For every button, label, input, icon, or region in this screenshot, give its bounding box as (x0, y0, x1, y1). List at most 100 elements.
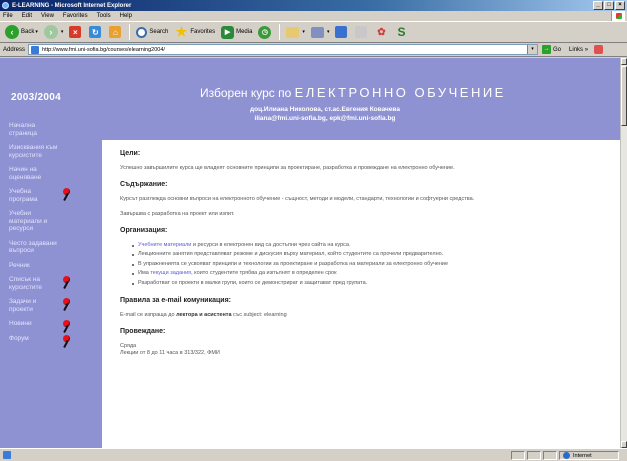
refresh-button[interactable]: ↻ (86, 23, 106, 41)
back-label: Back (21, 29, 35, 35)
search-label: Search (149, 29, 169, 35)
sidebar-item-students[interactable]: Списък на курсистите (9, 276, 70, 291)
toolbar-separator (129, 24, 131, 40)
mail-icon (286, 26, 300, 38)
scroll-down-button[interactable] (621, 441, 627, 448)
nav-label: Форум (9, 334, 29, 342)
assignments-link[interactable]: текущи задания (150, 270, 191, 276)
nav-label: Често задавани въпроси (9, 239, 57, 255)
forward-button[interactable]: › ▾ (41, 23, 67, 41)
sidebar-item-requirements[interactable]: Изисквания към курсистите (9, 144, 61, 159)
address-url: http://www.fmi.uni-sofia.bg/courses/elea… (42, 46, 165, 53)
home-button[interactable]: ⌂ (106, 23, 126, 41)
sidebar-item-home[interactable]: Начална страница (9, 122, 61, 137)
menu-edit[interactable]: Edit (22, 13, 32, 19)
go-arrow-icon: → (542, 45, 552, 54)
status-cell (543, 451, 557, 460)
sidebar-item-curriculum[interactable]: Учебна програма (9, 188, 70, 203)
item-text: , които студентите трябва да изпълнят в … (191, 270, 337, 276)
vertical-scrollbar[interactable] (620, 58, 627, 448)
menu-file[interactable]: File (3, 13, 13, 19)
sidebar-item-materials[interactable]: Учебни материали и ресурси (9, 210, 61, 233)
list-item: Лекционните занятия представляват резюме… (132, 251, 620, 259)
sidebar-item-tasks[interactable]: Задачи и проекти (9, 298, 70, 313)
search-icon (136, 26, 148, 38)
sidebar-item-news[interactable]: Новини (9, 320, 70, 334)
title-prefix: Изборен курс по (200, 86, 292, 100)
stop-button[interactable]: × (66, 23, 86, 41)
favorites-button[interactable]: ★ Favorites (171, 23, 218, 41)
search-button[interactable]: Search (133, 23, 171, 41)
globe-icon (563, 452, 570, 459)
nav-label: Новини (9, 320, 32, 327)
chevron-down-icon[interactable]: ▾ (35, 29, 38, 35)
edit-icon (335, 26, 348, 38)
discuss-button[interactable] (352, 23, 372, 41)
list-item: Има текущи задания, които студентите тря… (132, 270, 620, 278)
menu-favorites[interactable]: Favorites (63, 13, 88, 19)
pushpin-icon (61, 320, 75, 334)
messenger-button[interactable]: ✿ (372, 23, 392, 41)
scroll-thumb[interactable] (621, 66, 627, 126)
forward-arrow-icon: › (43, 25, 58, 39)
nav-label: Изисквания към курсистите (9, 144, 58, 159)
media-button[interactable]: ▶ Media (218, 23, 255, 41)
email-recipients: лектора и асистента (176, 312, 232, 318)
page-title: Изборен курс по ЕЛЕКТРОННО ОБУЧЕНИЕ (200, 85, 506, 100)
authors-names: доц.Илиана Николова, ст.ас.Евгения Ковач… (250, 106, 400, 113)
menu-help[interactable]: Help (120, 13, 132, 19)
history-icon: ◷ (258, 25, 272, 39)
status-cell (527, 451, 541, 460)
back-button[interactable]: ‹ Back ▾ (2, 23, 41, 41)
window-controls: _ □ × (593, 1, 625, 10)
email-text: E-mail се изпраща до лектора и асистента… (120, 312, 620, 320)
item-text: Разработват се проекти в малки групи, ко… (138, 279, 368, 286)
email-heading: Правила за e-mail комуникация: (120, 297, 232, 304)
chevron-down-icon[interactable]: ▾ (61, 29, 64, 35)
sidebar-item-forum[interactable]: Форум (9, 334, 70, 348)
address-input[interactable]: http://www.fmi.uni-sofia.bg/courses/elea… (28, 44, 539, 55)
toolbar: ‹ Back ▾ › ▾ × ↻ ⌂ Search ★ Favorites ▶ … (0, 21, 627, 43)
star-icon: ★ (175, 24, 188, 39)
sidebar-item-faq[interactable]: Често задавани въпроси (9, 240, 61, 255)
authors-emails[interactable]: iliana@fmi.uni-sofia.bg, epk@fmi.uni-sof… (250, 114, 400, 123)
nav-label: Учебни материали и ресурси (9, 210, 48, 232)
sidebar-item-glossary[interactable]: Речник (9, 262, 61, 270)
menu-bar: File Edit View Favorites Tools Help (0, 11, 627, 21)
extra-button[interactable]: S (392, 23, 412, 41)
links-button[interactable]: Links » (569, 45, 603, 54)
mail-button[interactable]: ▾ (283, 23, 308, 41)
schedule-heading: Провеждане: (120, 327, 166, 335)
chevron-down-icon[interactable]: ▾ (327, 29, 330, 35)
materials-link[interactable]: Учебните материали (138, 242, 191, 248)
chevron-down-icon[interactable]: ▾ (302, 29, 305, 35)
messenger-icon: ✿ (377, 26, 386, 38)
list-item: Учебните материали и ресурси в електроне… (132, 242, 620, 250)
menu-tools[interactable]: Tools (97, 13, 111, 19)
nav-label: Задачи и проекти (9, 298, 37, 313)
edit-button[interactable] (332, 23, 352, 41)
zone-label: Internet (573, 452, 592, 459)
pushpin-icon (61, 298, 75, 312)
go-label: Go (553, 46, 562, 53)
list-item: Разработват се проекти в малки групи, ко… (132, 280, 620, 288)
close-button[interactable]: × (615, 1, 625, 10)
content-text: Курсът разглежда основни въпроси на елек… (120, 195, 475, 202)
maximize-button[interactable]: □ (604, 1, 614, 10)
refresh-icon: ↻ (89, 26, 102, 38)
home-icon: ⌂ (109, 26, 122, 38)
scroll-up-button[interactable] (621, 58, 627, 65)
links-extra-icon (593, 45, 603, 54)
links-label: Links (569, 47, 584, 54)
goals-heading: Цели: (120, 150, 141, 157)
go-button[interactable]: → Go (542, 45, 561, 54)
history-button[interactable]: ◷ (255, 23, 276, 41)
pushpin-icon (61, 188, 75, 202)
chevron-down-icon[interactable]: ▾ (527, 45, 538, 54)
sidebar-item-grading[interactable]: Начин на оценяване (9, 166, 61, 181)
nav-label: Начин на оценяване (9, 166, 42, 181)
schedule-text: Сряда Лекции от 8 до 11 часа в 313/322, … (120, 343, 620, 358)
print-button[interactable]: ▾ (308, 23, 333, 41)
minimize-button[interactable]: _ (593, 1, 603, 10)
menu-view[interactable]: View (41, 13, 54, 19)
